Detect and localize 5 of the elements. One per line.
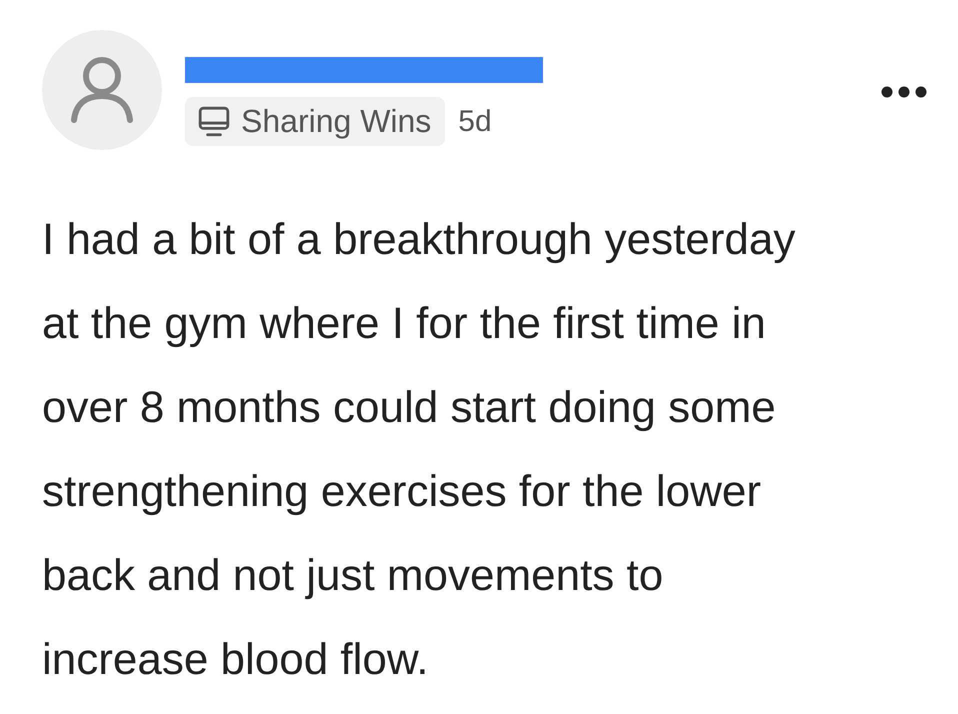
more-options-icon[interactable] xyxy=(880,85,928,99)
post-age: 5d xyxy=(458,104,492,138)
community-tag[interactable]: Sharing Wins xyxy=(185,97,446,146)
monitor-icon xyxy=(197,104,231,138)
post-text: I had a bit of a breakthrough yesterday at the gym where I for the first time in over 8 months could start doing some strengthening exercises for the lower back and not just movements to increase blood flow. xyxy=(42,214,796,686)
